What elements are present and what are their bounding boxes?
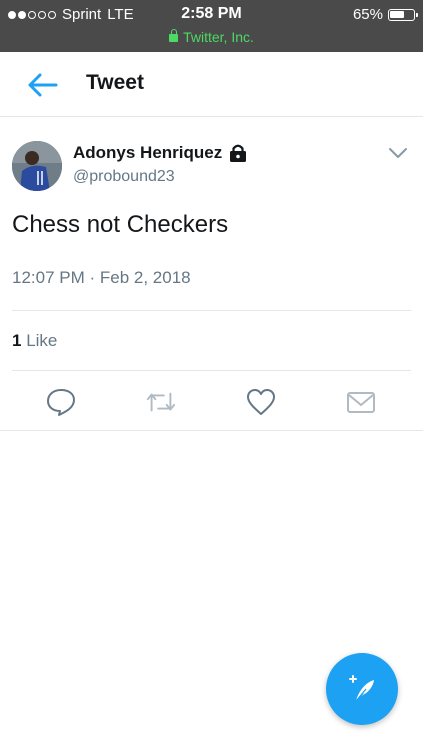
like-icon [247,389,275,415]
likes-label: Like [26,331,58,350]
share-icon [347,392,375,413]
tweet-text: Chess not Checkers [12,211,229,238]
tweet-timestamp: 12:07 PM · Feb 2, 2018 [12,268,191,287]
retweet-icon [146,392,176,412]
avatar-photo [12,141,62,191]
status-bar: Sprint LTE 2:58 PM 65% Twitter, Inc. [0,0,423,52]
arrow-left-icon [28,73,58,97]
avatar[interactable] [12,141,62,191]
battery-info: 65% [352,6,418,23]
battery-icon [388,8,418,21]
author-name[interactable]: Adonys Henriquez [73,143,222,163]
retweet-button[interactable] [145,387,177,417]
likes-number: 1 [12,331,22,350]
share-button[interactable] [345,387,377,417]
tweet-options-button[interactable] [387,145,409,161]
secure-site-name: Twitter, Inc. [183,29,254,45]
compose-tweet-button[interactable] [326,653,398,725]
tweet-actions [0,371,423,431]
reply-icon [47,389,75,416]
reply-button[interactable] [45,387,77,417]
tweet-header: Adonys Henriquez @probound23 [0,117,423,197]
battery-percent: 65% [352,6,383,23]
author-handle[interactable]: @probound23 [73,168,175,186]
secure-site-indicator: Twitter, Inc. [0,29,423,45]
back-button[interactable] [24,70,60,100]
divider [12,310,411,311]
likes-count[interactable]: 1 Like [12,331,57,351]
page-title: Tweet [86,71,144,94]
chevron-down-icon [389,148,407,158]
like-button[interactable] [245,387,277,417]
secure-lock-icon [169,29,179,42]
compose-feather-icon [349,675,374,702]
author-name-row: Adonys Henriquez [73,143,248,163]
lock-icon [230,144,247,162]
navigation-bar: Tweet [0,52,423,117]
